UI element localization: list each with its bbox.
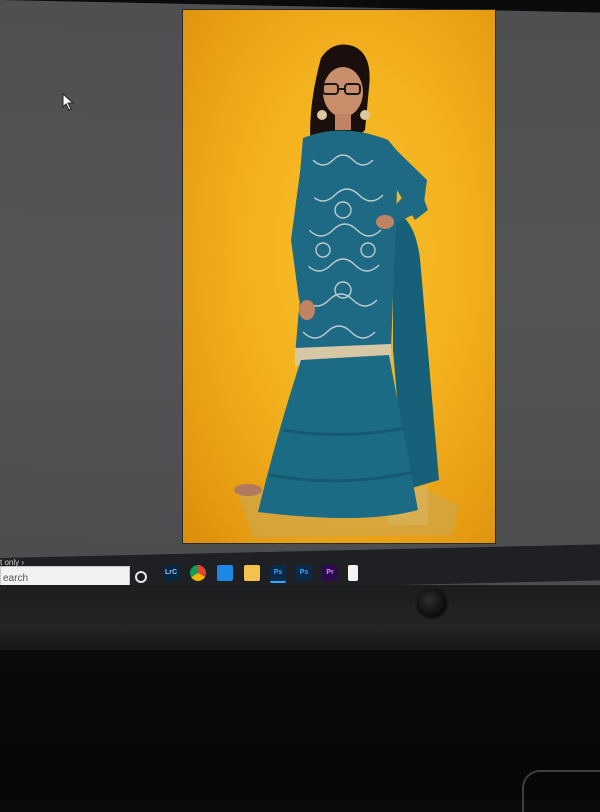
cortana-circle-icon[interactable] — [135, 571, 147, 583]
mouse-pointer-icon — [62, 93, 75, 111]
webcam-icon — [417, 588, 447, 618]
photo-canvas — [183, 10, 495, 543]
cable — [522, 770, 600, 812]
model-illustration — [234, 44, 458, 538]
monitor-bezel — [0, 585, 600, 655]
chrome-icon[interactable] — [190, 565, 206, 581]
document-icon[interactable] — [348, 565, 358, 581]
photoshop-second-icon[interactable]: Ps — [296, 565, 312, 581]
photoshop-icon[interactable]: Ps — [270, 565, 286, 583]
desk-area — [0, 650, 600, 800]
file-explorer-icon[interactable] — [244, 565, 260, 581]
lightroom-classic-icon[interactable]: LrC — [163, 565, 179, 581]
search-placeholder: earch — [3, 573, 29, 584]
mail-icon[interactable] — [217, 565, 233, 581]
premiere-pro-icon[interactable]: Pr — [322, 565, 338, 581]
